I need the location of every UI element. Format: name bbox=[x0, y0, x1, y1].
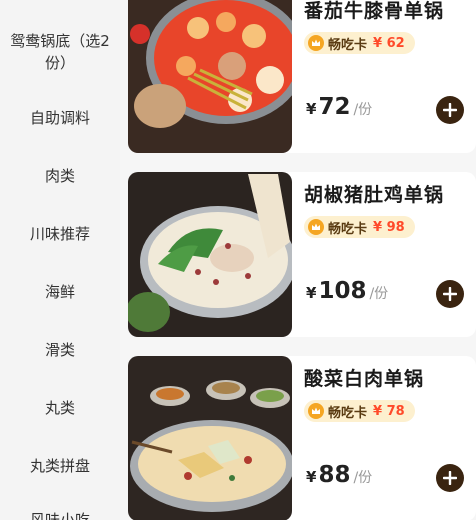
pickled-cabbage-pork-hotpot-image bbox=[128, 356, 292, 520]
crown-icon bbox=[308, 403, 324, 419]
sidebar-item-label: 丸类 bbox=[44, 399, 75, 417]
sidebar-item-label: 丸类拼盘 bbox=[29, 457, 90, 475]
add-to-cart-button[interactable] bbox=[436, 280, 464, 308]
sidebar-item-sichuan-recommend[interactable]: 川味推荐 bbox=[0, 222, 120, 246]
sidebar-item-paste[interactable]: 滑类 bbox=[0, 338, 120, 362]
sidebar-item-label: 川味推荐 bbox=[29, 225, 90, 243]
member-card-badge: 畅吃卡 ¥ 78 bbox=[304, 400, 415, 422]
member-card-price: ¥ 78 bbox=[373, 403, 405, 419]
crown-icon bbox=[308, 219, 324, 235]
category-sidebar: 鸳鸯锅底（选2 份） 自助调料 肉类 川味推荐 海鲜 滑类 丸类 丸类拼盘 风味… bbox=[0, 0, 120, 520]
member-card-badge: 畅吃卡 ¥ 98 bbox=[304, 216, 415, 238]
price-amount: 72 bbox=[318, 94, 351, 120]
member-card-price: ¥ 62 bbox=[373, 35, 405, 51]
sidebar-item-label: 肉类 bbox=[44, 167, 75, 185]
plus-icon bbox=[443, 287, 457, 301]
member-card-label: 畅吃卡 bbox=[328, 37, 368, 53]
member-card-price: ¥ 98 bbox=[373, 219, 405, 235]
price-amount: 108 bbox=[318, 278, 367, 304]
currency-symbol: ¥ bbox=[306, 100, 317, 118]
product-price: ¥72/份 bbox=[306, 94, 372, 120]
product-name: 酸菜白肉单锅 bbox=[304, 368, 425, 390]
price-unit: /份 bbox=[353, 470, 373, 486]
sidebar-item-meat[interactable]: 肉类 bbox=[0, 164, 120, 188]
sidebar-item-self-service-sauce[interactable]: 自助调料 bbox=[0, 106, 120, 130]
app-screen: 鸳鸯锅底（选2 份） 自助调料 肉类 川味推荐 海鲜 滑类 丸类 丸类拼盘 风味… bbox=[0, 0, 476, 520]
crown-icon bbox=[308, 35, 324, 51]
tomato-hotpot-image bbox=[128, 0, 292, 153]
currency-symbol: ¥ bbox=[306, 284, 317, 302]
plus-icon bbox=[443, 471, 457, 485]
product-name: 胡椒猪肚鸡单锅 bbox=[304, 184, 445, 206]
sidebar-item-label: 风味小吃 bbox=[29, 511, 90, 520]
product-card[interactable]: 番茄牛膝骨单锅 畅吃卡 ¥ 62 ¥72/份 bbox=[128, 0, 476, 153]
price-unit: /份 bbox=[369, 286, 389, 302]
product-card[interactable]: 酸菜白肉单锅 畅吃卡 ¥ 78 ¥88/份 bbox=[128, 356, 476, 520]
member-card-badge: 畅吃卡 ¥ 62 bbox=[304, 32, 415, 54]
sidebar-item-label: 自助调料 bbox=[29, 109, 90, 127]
product-list: 番茄牛膝骨单锅 畅吃卡 ¥ 62 ¥72/份 胡椒猪肚鸡单锅 畅吃卡 ¥ 98 … bbox=[120, 0, 476, 520]
sidebar-item-ball-platter[interactable]: 丸类拼盘 bbox=[0, 454, 120, 478]
product-name: 番茄牛膝骨单锅 bbox=[304, 0, 445, 22]
member-card-label: 畅吃卡 bbox=[328, 405, 368, 421]
sidebar-item-label: 鸳鸯锅底（选2 bbox=[10, 32, 110, 50]
product-price: ¥108/份 bbox=[306, 278, 388, 304]
plus-icon bbox=[443, 103, 457, 117]
sidebar-item-balls[interactable]: 丸类 bbox=[0, 396, 120, 420]
add-to-cart-button[interactable] bbox=[436, 96, 464, 124]
price-unit: /份 bbox=[353, 102, 373, 118]
member-card-label: 畅吃卡 bbox=[328, 221, 368, 237]
sidebar-item-label: 滑类 bbox=[44, 341, 75, 359]
currency-symbol: ¥ bbox=[306, 468, 317, 486]
sidebar-item-seafood[interactable]: 海鲜 bbox=[0, 280, 120, 304]
sidebar-item-yuanyang-pot-base[interactable]: 鸳鸯锅底（选2 份） bbox=[0, 30, 120, 74]
pepper-tripe-chicken-hotpot-image bbox=[128, 172, 292, 337]
sidebar-item-snacks[interactable]: 风味小吃 bbox=[0, 508, 120, 520]
add-to-cart-button[interactable] bbox=[436, 464, 464, 492]
product-price: ¥88/份 bbox=[306, 462, 372, 488]
sidebar-item-label: 份） bbox=[44, 54, 75, 72]
product-card[interactable]: 胡椒猪肚鸡单锅 畅吃卡 ¥ 98 ¥108/份 bbox=[128, 172, 476, 337]
price-amount: 88 bbox=[318, 462, 351, 488]
sidebar-item-label: 海鲜 bbox=[44, 283, 75, 301]
